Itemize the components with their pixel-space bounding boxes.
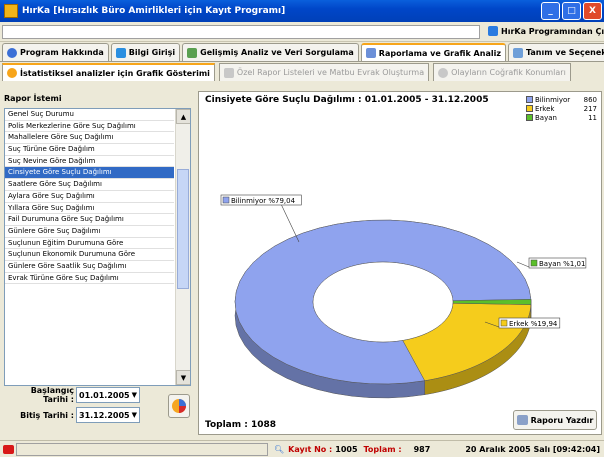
report-list-item[interactable]: Polis Merkezlerine Göre Suç Dağılımı	[5, 121, 174, 133]
report-list-item[interactable]: Suç Nevine Göre Dağılım	[5, 156, 174, 168]
report-list-item[interactable]: Evrak Türüne Göre Suç Dağılımı	[5, 273, 174, 285]
status-icon	[3, 444, 14, 454]
search-icon: 🔍︎	[274, 444, 285, 454]
scroll-up-icon[interactable]: ▲	[176, 109, 190, 124]
report-list-item[interactable]: Yıllara Göre Suç Dağılımı	[5, 203, 174, 215]
minimize-button[interactable]: _	[541, 2, 560, 20]
record-no-label: Kayıt No :	[288, 444, 333, 454]
report-list[interactable]: Genel Suç Durumu Polis Merkezlerine Göre …	[4, 108, 191, 386]
status-field	[16, 442, 268, 456]
donut-chart: Bilinmiyor %79,04 Bayan %1,01 Erkek %19,94	[220, 194, 587, 399]
top-toolbar: HırKa Programından Çık	[0, 22, 604, 42]
report-list-item[interactable]: Genel Suç Durumu	[5, 109, 174, 121]
legend-swatch	[526, 105, 533, 112]
tab-bilgi-girisi[interactable]: Bilgi Girişi	[110, 43, 181, 61]
tab-grafik-gosterimi[interactable]: İstatistiksel analizler için Grafik Göst…	[2, 63, 215, 81]
report-list-item[interactable]: Suç Türüne Göre Dağılım	[5, 144, 174, 156]
scroll-thumb[interactable]	[177, 169, 189, 289]
chart-panel: Cinsiyete Göre Suçlu Dağılımı : 01.01.20…	[198, 91, 602, 435]
label-bilinmiyor-leader	[280, 203, 300, 243]
tab-tanim[interactable]: Tanım ve Seçenekler	[507, 43, 604, 61]
label-erkek: Erkek %19,94	[498, 317, 561, 329]
maximize-button[interactable]: □	[562, 2, 581, 20]
arrow-icon	[115, 47, 126, 58]
print-report-button[interactable]: Raporu Yazdır	[513, 410, 597, 430]
report-list-item[interactable]: Suçlunun Ekonomik Durumuna Göre	[5, 249, 174, 261]
chart-icon	[7, 68, 17, 78]
total-label: Toplam :	[363, 444, 402, 454]
tab-raporlama[interactable]: Raporlama ve Grafik Analiz	[360, 43, 506, 61]
sub-tabs: İstatistiksel analizler için Grafik Göst…	[2, 63, 602, 81]
report-request-header: Rapor İstemi	[4, 94, 62, 103]
total-count: Toplam : 1088	[205, 420, 277, 430]
report-list-item[interactable]: Günlere Göre Suç Dağılımı	[5, 226, 174, 238]
svg-text:Erkek %19,94: Erkek %19,94	[509, 320, 558, 328]
report-list-item[interactable]: Fail Durumuna Göre Suç Dağılımı	[5, 214, 174, 226]
report-list-item[interactable]: Saatlere Göre Suç Dağılımı	[5, 179, 174, 191]
report-request-panel: Rapor İstemi Genel Suç Durumu Polis Merke…	[4, 94, 191, 438]
label-bilinmiyor: Bilinmiyor %79,04	[220, 194, 302, 206]
tab-program-hakkinda[interactable]: Program Hakkında	[2, 43, 109, 61]
report-icon	[223, 67, 234, 78]
start-date-picker[interactable]: 01.01.2005 ▼	[76, 387, 140, 403]
info-icon	[7, 47, 17, 58]
datetime: 20 Aralık 2005 Salı [09:42:04]	[465, 444, 600, 454]
exit-program-button[interactable]: HırKa Programından Çık	[488, 26, 604, 36]
report-list-item[interactable]: Mahallelere Göre Suç Dağılımı	[5, 132, 174, 145]
analysis-icon	[187, 47, 198, 58]
svg-text:Bayan %1,01: Bayan %1,01	[539, 260, 585, 268]
start-date-label: Başlangıç Tarihi :	[30, 386, 74, 404]
tab-gelismis-analiz[interactable]: Gelişmiş Analiz ve Veri Sorgulama	[182, 43, 359, 61]
info-field	[2, 25, 480, 39]
printer-icon	[516, 415, 528, 425]
list-scrollbar[interactable]: ▲ ▼	[175, 109, 190, 385]
tab-ozel-rapor[interactable]: Özel Rapor Listeleri ve Matbu Evrak Oluş…	[218, 63, 430, 81]
run-report-button[interactable]	[168, 394, 190, 418]
report-list-item[interactable]: Suçlunun Eğitim Durumuna Göre	[5, 238, 174, 250]
status-bar: 🔍︎ Kayıt No : 1005 Toplam : 987 20 Aralı…	[0, 440, 604, 457]
scroll-down-icon[interactable]: ▼	[176, 370, 190, 385]
main-tabs: Program Hakkında Bilgi Girişi Gelişmiş A…	[0, 43, 604, 62]
legend-item: Bilinmiyor 860	[526, 95, 597, 104]
chevron-down-icon[interactable]: ▼	[130, 391, 139, 399]
legend-swatch	[526, 96, 533, 103]
svg-text:Bilinmiyor %79,04: Bilinmiyor %79,04	[231, 197, 296, 205]
record-no-value: 1005	[335, 444, 358, 454]
label-bayan-leader	[516, 261, 530, 268]
pie-chart-icon	[172, 399, 186, 413]
report-list-item[interactable]: Günlere Göre Saatlik Suç Dağılımı	[5, 261, 174, 273]
chart-title: Cinsiyete Göre Suçlu Dağılımı : 01.01.20…	[205, 95, 489, 105]
total-value: 987	[413, 444, 431, 454]
window-title: HırKa [Hırsızlık Büro Amirlikleri için K…	[22, 6, 286, 16]
globe-icon	[438, 67, 449, 78]
donut-hole	[312, 261, 454, 343]
close-button[interactable]: X	[583, 2, 602, 20]
date-range: Başlangıç Tarihi : 01.01.2005 ▼ Bitiş Ta…	[4, 386, 191, 426]
end-date-label: Bitiş Tarihi :	[20, 410, 74, 420]
report-list-item[interactable]: Aylara Göre Suç Dağılımı	[5, 191, 174, 203]
title-bar: HırKa [Hırsızlık Büro Amirlikleri için K…	[0, 0, 604, 22]
magnifier-icon	[365, 48, 376, 58]
label-bayan: Bayan %1,01	[528, 257, 587, 269]
chevron-down-icon[interactable]: ▼	[130, 411, 139, 419]
report-list-item[interactable]: Cinsiyete Göre Suçlu Dağılımı	[5, 167, 174, 180]
app-icon	[4, 4, 18, 18]
list-icon	[512, 47, 523, 58]
end-date-picker[interactable]: 31.12.2005 ▼	[76, 407, 140, 423]
tab-cografik-konum[interactable]: Olayların Coğrafik Konumları	[433, 63, 571, 81]
exit-icon	[488, 26, 498, 36]
